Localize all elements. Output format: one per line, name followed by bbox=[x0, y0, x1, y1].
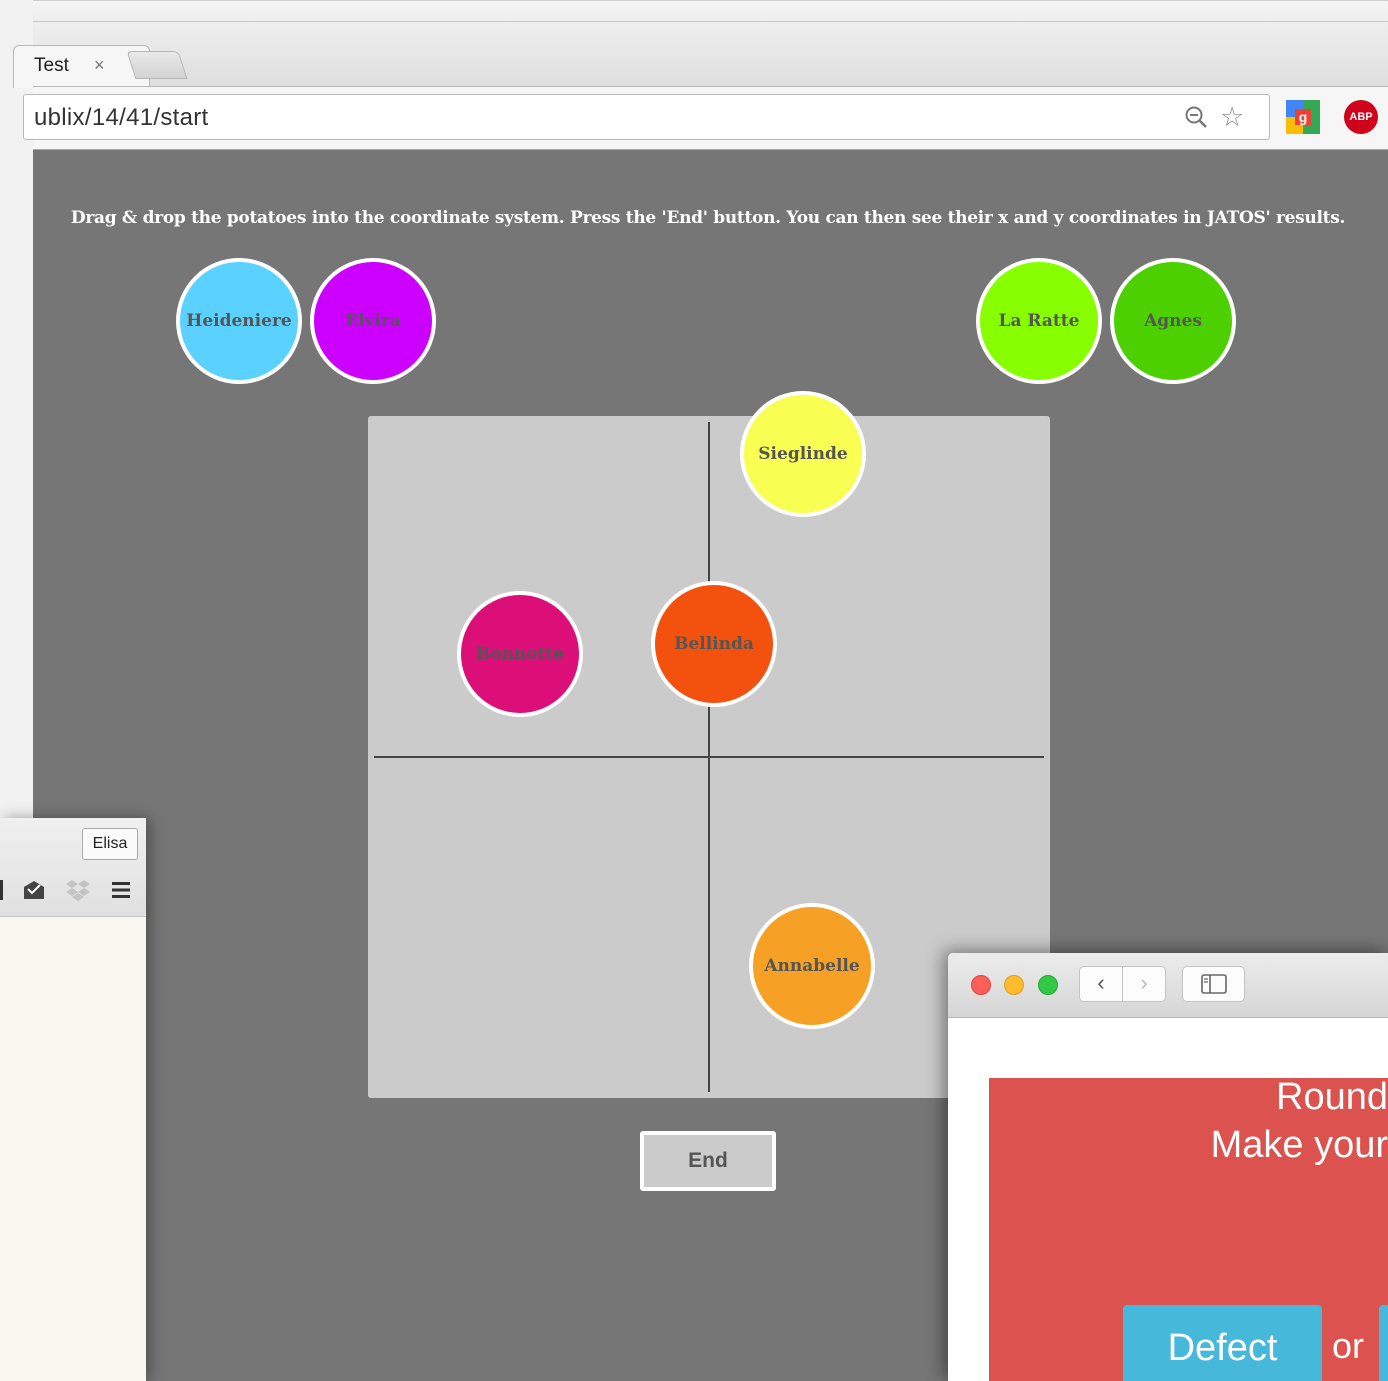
tab-close-icon[interactable]: × bbox=[94, 55, 105, 76]
star-icon[interactable]: ☆ bbox=[1220, 104, 1244, 131]
safari-toolbar: ‹ › bbox=[948, 953, 1388, 1018]
potato-sieglinde[interactable]: Sieglinde bbox=[740, 391, 866, 517]
window-minimize-button[interactable] bbox=[1004, 975, 1024, 995]
potato-la-ratte[interactable]: La Ratte bbox=[976, 258, 1102, 384]
mail-window: Elisa bbox=[0, 818, 146, 1381]
envelope-icon[interactable] bbox=[22, 880, 46, 900]
adblock-plus-icon[interactable]: ABP bbox=[1344, 100, 1378, 134]
address-bar-url: ublix/14/41/start bbox=[34, 104, 209, 131]
instruction-text: Drag & drop the potatoes into the coordi… bbox=[70, 208, 1346, 228]
window-maximize-button[interactable] bbox=[1038, 975, 1058, 995]
potato-bellinda[interactable]: Bellinda bbox=[651, 581, 777, 707]
mail-toolbar-edge bbox=[0, 880, 3, 900]
forward-button[interactable]: › bbox=[1122, 966, 1166, 1002]
dropbox-icon[interactable] bbox=[66, 879, 90, 901]
cooperate-button[interactable] bbox=[1379, 1305, 1388, 1381]
back-button[interactable]: ‹ bbox=[1079, 966, 1123, 1002]
svg-text:g: g bbox=[1299, 109, 1308, 125]
browser-toolbar: ublix/14/41/start ☆ g ABP bbox=[23, 86, 1388, 150]
potato-bonnotte[interactable]: Bonnotte bbox=[457, 591, 583, 717]
potato-annabelle[interactable]: Annabelle bbox=[749, 903, 875, 1029]
defect-button[interactable]: Defect bbox=[1123, 1305, 1322, 1381]
make-choice-text: Make your bbox=[1210, 1124, 1388, 1166]
end-button[interactable]: End bbox=[640, 1131, 776, 1191]
potato-elvira[interactable]: Elvira bbox=[310, 258, 436, 384]
round-heading: Round bbox=[1276, 1076, 1388, 1118]
sidebar-toggle-button[interactable] bbox=[1182, 966, 1245, 1002]
mail-toolbar: Elisa bbox=[0, 818, 146, 917]
x-axis bbox=[374, 756, 1044, 758]
potato-agnes[interactable]: Agnes bbox=[1110, 258, 1236, 384]
potato-heideniere[interactable]: Heideniere bbox=[176, 258, 302, 384]
menu-icon[interactable] bbox=[112, 881, 130, 899]
address-bar[interactable]: ublix/14/41/start ☆ bbox=[23, 94, 1270, 140]
tab-strip-divider bbox=[33, 21, 1388, 22]
tab-strip: Test × bbox=[13, 0, 1388, 88]
window-close-button[interactable] bbox=[971, 975, 991, 995]
new-tab-button[interactable] bbox=[126, 51, 188, 79]
zoom-icon[interactable] bbox=[1184, 105, 1208, 129]
account-button[interactable]: Elisa bbox=[82, 828, 138, 860]
google-icon[interactable]: g bbox=[1286, 100, 1320, 134]
safari-window: ‹ › Round Make your Defect or bbox=[948, 953, 1388, 1381]
tab-title: Test bbox=[34, 55, 69, 76]
sidebar-icon bbox=[1200, 974, 1227, 994]
or-text: or bbox=[1332, 1325, 1365, 1366]
